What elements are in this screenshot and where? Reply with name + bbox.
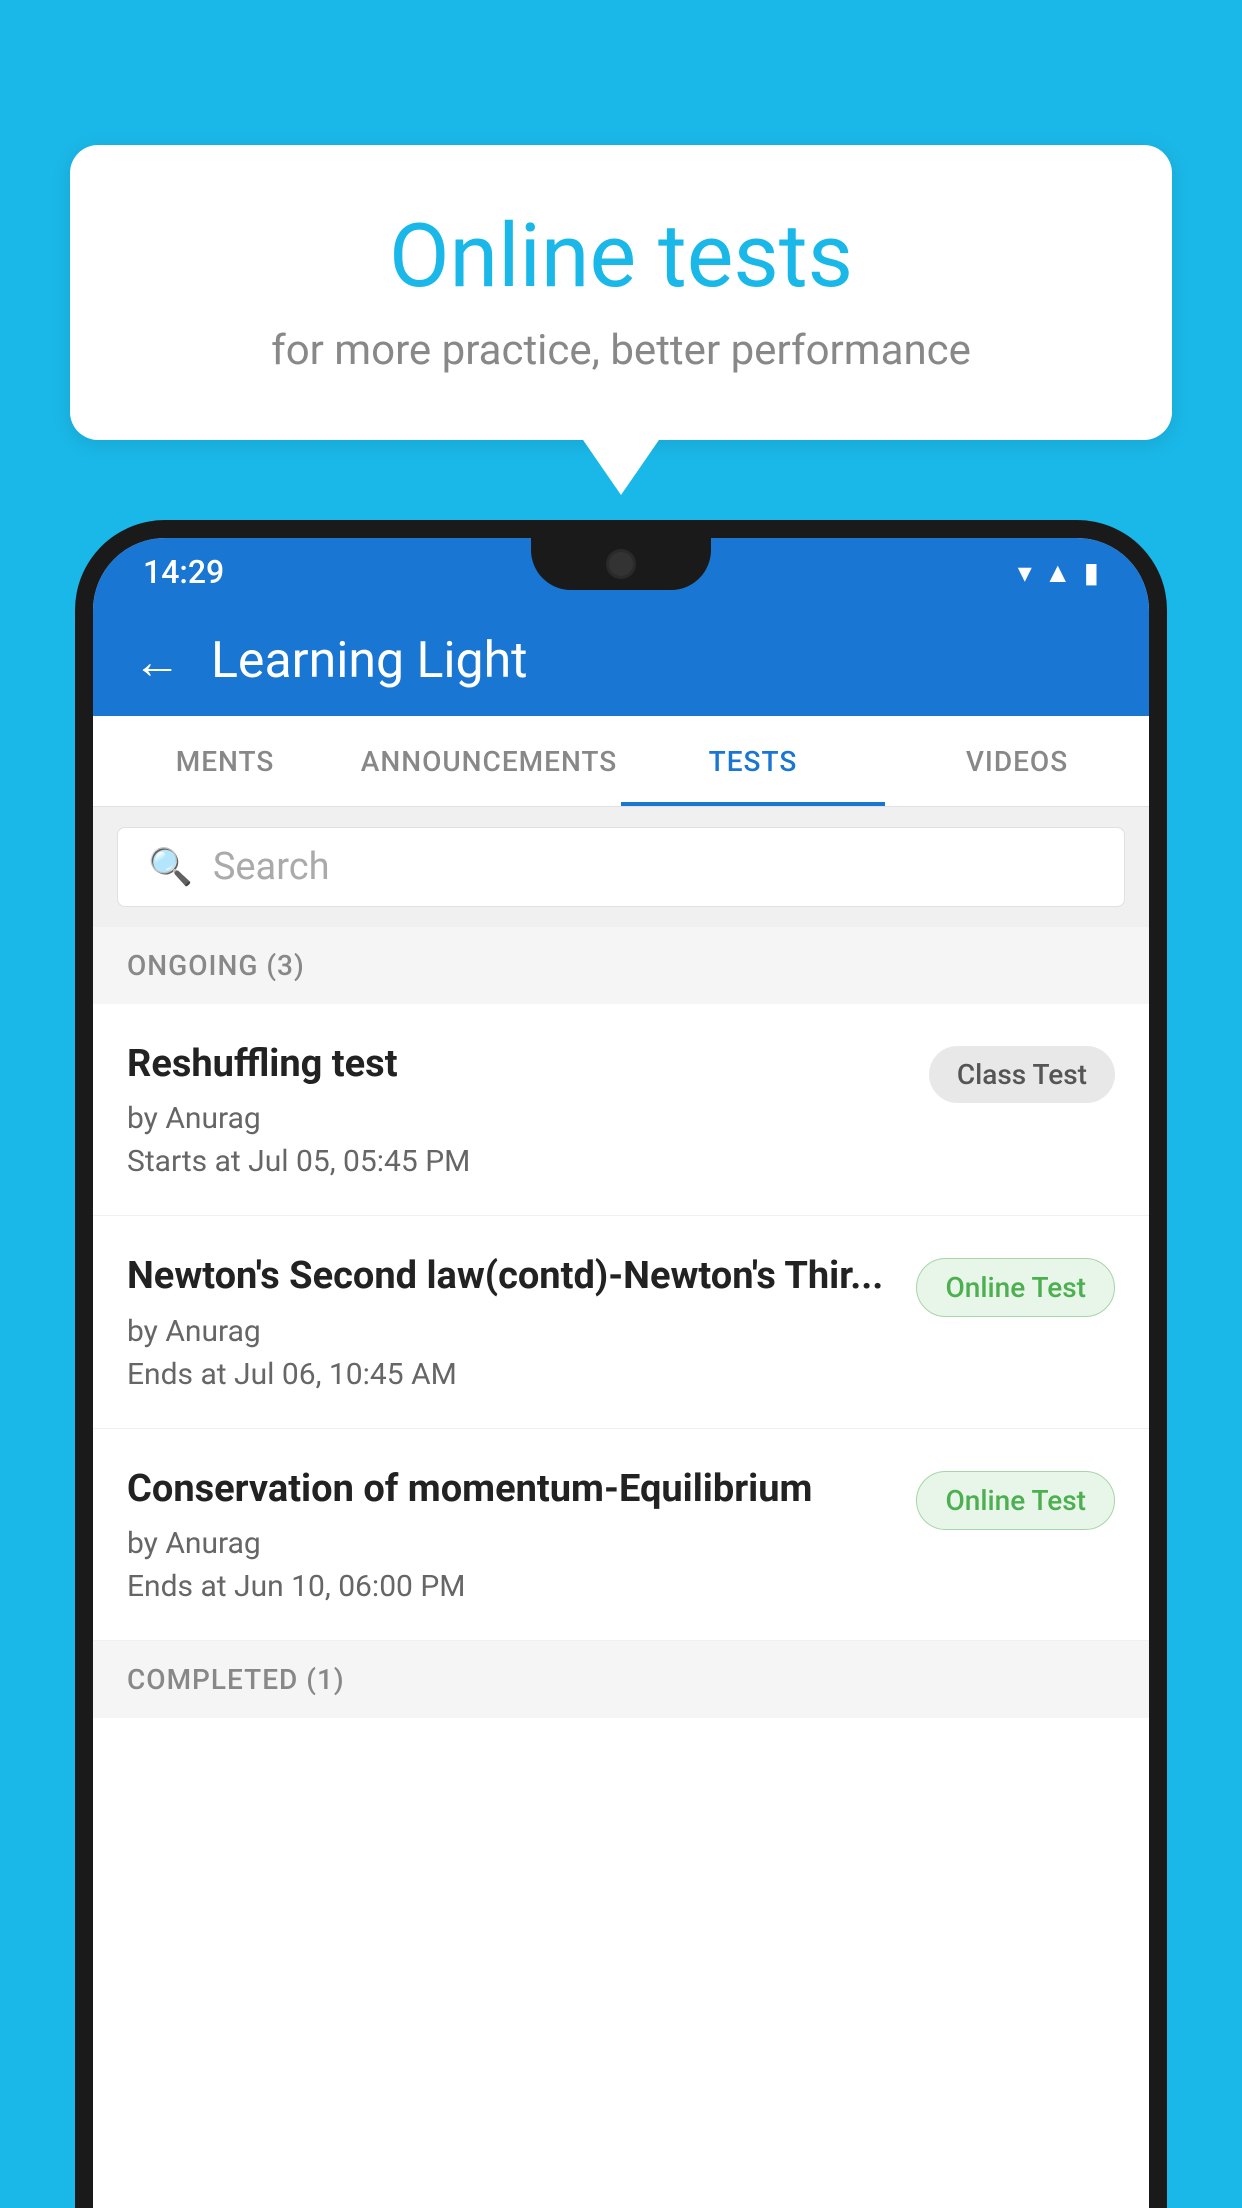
speech-bubble-container: Online tests for more practice, better p… (70, 145, 1172, 440)
completed-label: COMPLETED (1) (127, 1663, 345, 1696)
bubble-subtitle: for more practice, better performance (150, 326, 1092, 375)
status-icons: ▾ ▲ ▮ (1018, 556, 1099, 589)
test-author: by Anurag (127, 1314, 896, 1349)
test-info: Conservation of momentum-Equilibrium by … (127, 1465, 916, 1604)
test-info: Newton's Second law(contd)-Newton's Thir… (127, 1252, 916, 1391)
test-badge: Class Test (929, 1046, 1115, 1103)
test-author: by Anurag (127, 1101, 909, 1136)
test-title: Conservation of momentum-Equilibrium (127, 1465, 896, 1514)
battery-icon: ▮ (1084, 556, 1099, 589)
app-bar: ← Learning Light (93, 606, 1149, 716)
ongoing-section-header: ONGOING (3) (93, 927, 1149, 1004)
search-container: 🔍 Search (93, 807, 1149, 927)
tab-ments[interactable]: MENTS (93, 716, 357, 806)
test-info: Reshuffling test by Anurag Starts at Jul… (127, 1040, 929, 1179)
search-icon: 🔍 (148, 846, 193, 888)
test-item[interactable]: Newton's Second law(contd)-Newton's Thir… (93, 1216, 1149, 1428)
search-input[interactable]: Search (213, 845, 330, 889)
signal-icon: ▲ (1044, 556, 1072, 589)
tabs-container: MENTS ANNOUNCEMENTS TESTS VIDEOS (93, 716, 1149, 807)
tab-announcements[interactable]: ANNOUNCEMENTS (357, 716, 621, 806)
tab-videos[interactable]: VIDEOS (885, 716, 1149, 806)
tab-tests[interactable]: TESTS (621, 716, 885, 806)
phone-frame: 14:29 ▾ ▲ ▮ ← Learning Light MENTS ANNOU… (75, 520, 1167, 2208)
test-title: Newton's Second law(contd)-Newton's Thir… (127, 1252, 896, 1301)
ongoing-label: ONGOING (3) (127, 949, 305, 982)
test-time: Ends at Jul 06, 10:45 AM (127, 1357, 896, 1392)
phone-camera (606, 549, 636, 579)
test-badge: Online Test (916, 1258, 1115, 1317)
bubble-title: Online tests (150, 205, 1092, 308)
test-list: Reshuffling test by Anurag Starts at Jul… (93, 1004, 1149, 1641)
back-button[interactable]: ← (133, 633, 181, 690)
test-item[interactable]: Reshuffling test by Anurag Starts at Jul… (93, 1004, 1149, 1216)
completed-section-header: COMPLETED (1) (93, 1641, 1149, 1718)
test-title: Reshuffling test (127, 1040, 909, 1089)
phone-container: 14:29 ▾ ▲ ▮ ← Learning Light MENTS ANNOU… (75, 520, 1167, 2208)
search-bar[interactable]: 🔍 Search (117, 827, 1125, 907)
speech-bubble: Online tests for more practice, better p… (70, 145, 1172, 440)
phone-screen: 14:29 ▾ ▲ ▮ ← Learning Light MENTS ANNOU… (93, 538, 1149, 2208)
test-author: by Anurag (127, 1526, 896, 1561)
status-time: 14:29 (143, 553, 224, 591)
app-title: Learning Light (211, 632, 528, 690)
test-badge: Online Test (916, 1471, 1115, 1530)
wifi-icon: ▾ (1018, 556, 1032, 589)
test-item[interactable]: Conservation of momentum-Equilibrium by … (93, 1429, 1149, 1641)
phone-notch (531, 538, 711, 590)
test-time: Ends at Jun 10, 06:00 PM (127, 1569, 896, 1604)
test-time: Starts at Jul 05, 05:45 PM (127, 1144, 909, 1179)
